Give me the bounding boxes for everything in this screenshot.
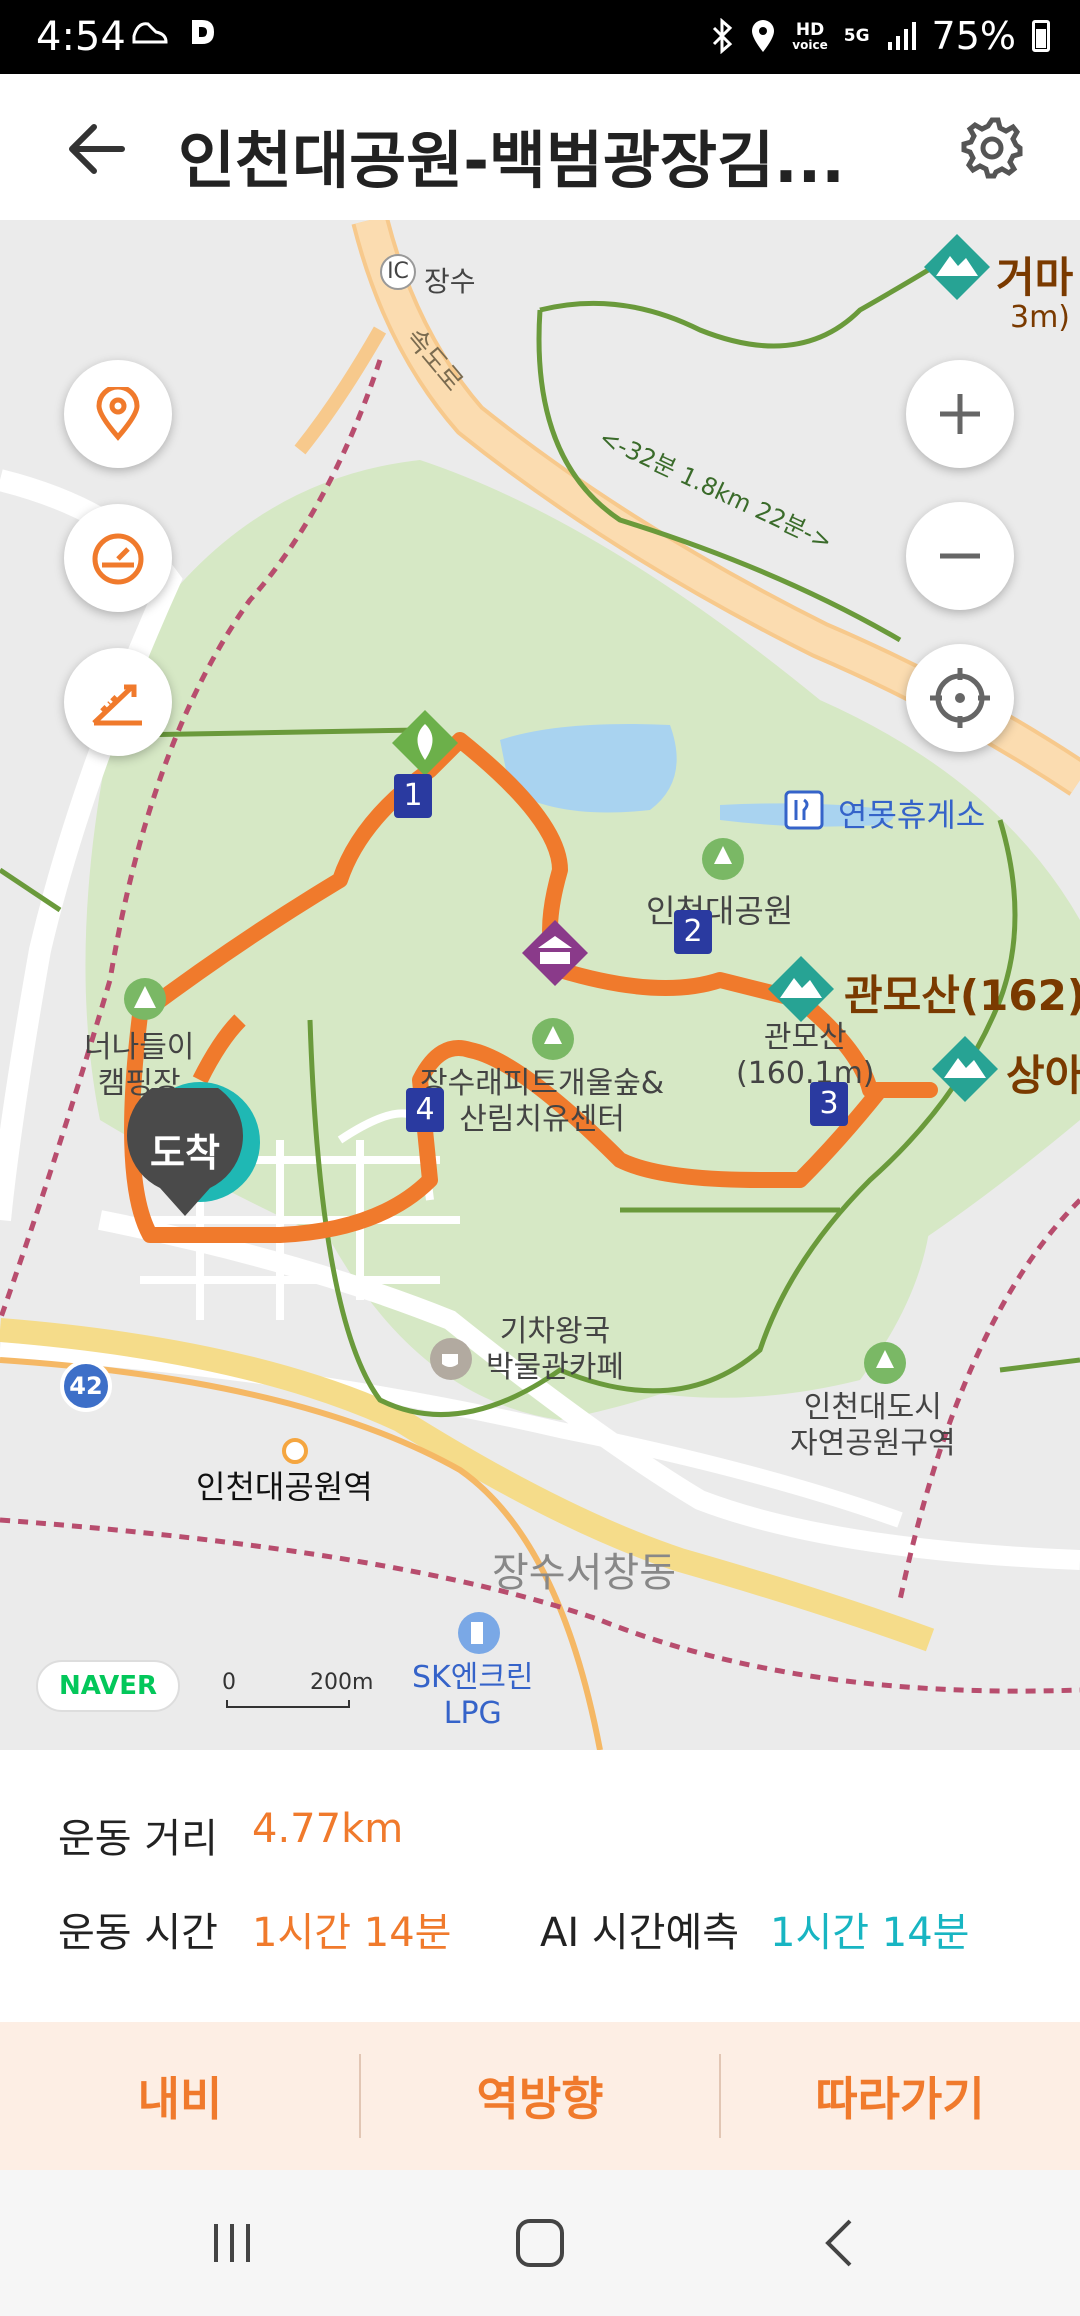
arrival-label: 도착 xyxy=(150,1131,220,1175)
d-app-icon xyxy=(192,20,214,44)
distance-label: 운동 거리 xyxy=(58,1816,218,1862)
time-value: 1시간 14분 xyxy=(252,1910,452,1956)
map-view[interactable]: IC 장수 속도로 거마 3m) <-32분 1.8km 22분-> 연못휴게소… xyxy=(0,220,1080,1750)
follow-button[interactable]: 따라가기 xyxy=(720,2022,1080,2170)
route-title: 인천대공원-백범광장김... xyxy=(178,124,845,197)
station-label: 인천대공원역 xyxy=(196,1468,373,1506)
peak-elevation-top: 3m) xyxy=(1010,300,1071,335)
tree-icon xyxy=(864,1342,906,1384)
station-circle-icon xyxy=(282,1438,308,1464)
zoom-in-button[interactable] xyxy=(906,360,1014,468)
reverse-button[interactable]: 역방향 xyxy=(360,2022,720,2170)
place-label-jangsu: 장수 xyxy=(424,265,476,298)
gear-icon[interactable] xyxy=(958,114,1026,182)
elevation-icon xyxy=(92,684,142,726)
time-label: 운동 시간 xyxy=(58,1910,218,1956)
district-label: 장수서창동 xyxy=(492,1550,676,1596)
peak-label-sangi: 상아 xyxy=(1006,1051,1080,1100)
zoom-out-button[interactable] xyxy=(906,502,1014,610)
location-icon xyxy=(752,20,775,52)
elevation-button[interactable] xyxy=(64,648,172,756)
current-location-button[interactable] xyxy=(906,644,1014,752)
map-scale-bar: 0 200m xyxy=(222,1670,382,1710)
tree-icon xyxy=(702,838,744,880)
hd-voice-icon: HD voice xyxy=(792,19,828,52)
park-label: 인천대공원 xyxy=(646,892,794,930)
waypoint-marker-4[interactable]: 4 xyxy=(406,1088,444,1132)
naver-logo: NAVER xyxy=(36,1660,180,1712)
gas-station-icon xyxy=(458,1612,500,1654)
crosshair-icon xyxy=(930,668,990,728)
mountain-peak-icon xyxy=(924,234,990,300)
location-pin-button[interactable] xyxy=(64,360,172,468)
trailhead-icon xyxy=(392,710,458,776)
peak-label-gwanmosan: 관모산(162) xyxy=(844,971,1080,1020)
bluetooth-icon xyxy=(713,18,733,54)
ai-time-value: 1시간 14분 xyxy=(770,1910,970,1956)
mountain-peak-icon xyxy=(932,1036,998,1102)
peak-label-gwanmosan-sub: 관모산 (160.1m) xyxy=(736,1020,875,1091)
battery-percent: 75% xyxy=(931,14,1016,58)
waypoint-marker-2[interactable]: 2 xyxy=(674,910,712,954)
tree-icon xyxy=(532,1018,574,1060)
action-bar: 내비 역방향 따라가기 xyxy=(0,2022,1080,2170)
status-bar: 4:54 HD voice 5G 75% xyxy=(0,0,1080,74)
5g-icon: 5G xyxy=(843,25,870,46)
route-info-panel: 운동 거리 4.77km 운동 시간 1시간 14분 AI 시간예측 1시간 1… xyxy=(0,1750,1080,2020)
shoe-icon xyxy=(132,22,168,44)
app-header: 인천대공원-백범광장김... xyxy=(0,74,1080,220)
rest-area-label: 연못휴게소 xyxy=(838,796,986,834)
map-pin-icon xyxy=(96,387,140,441)
arrival-marker[interactable]: 도착 xyxy=(120,1082,260,1216)
mountain-peak-icon xyxy=(768,956,834,1022)
ai-time-label: AI 시간예측 xyxy=(540,1910,740,1956)
signal-icon xyxy=(887,22,916,50)
nature-area-label: 인천대도시 자연공원구역 xyxy=(790,1390,956,1461)
road-number-badge: 42 xyxy=(60,1360,112,1412)
rest-area-icon xyxy=(784,790,824,830)
minus-icon xyxy=(940,553,980,559)
back-icon[interactable] xyxy=(800,2208,880,2278)
navi-button[interactable]: 내비 xyxy=(0,2022,360,2170)
cafe-label: 기차왕국 박물관카페 xyxy=(486,1314,624,1385)
cafe-icon xyxy=(430,1338,472,1380)
speedometer-icon xyxy=(92,533,144,585)
system-nav-bar xyxy=(0,2170,1080,2316)
plus-icon xyxy=(940,394,980,434)
heritage-icon xyxy=(522,920,588,986)
home-icon[interactable] xyxy=(500,2208,580,2278)
ic-marker: IC xyxy=(380,254,416,290)
waypoint-marker-3[interactable]: 3 xyxy=(810,1082,848,1126)
battery-icon xyxy=(1032,20,1050,52)
distance-value: 4.77km xyxy=(252,1806,404,1852)
forest-center-label: 장수래피트개울숲& 산림치유센터 xyxy=(420,1066,665,1137)
peak-label-top: 거마 xyxy=(996,253,1074,302)
status-time: 4:54 xyxy=(36,14,126,60)
recent-apps-icon[interactable] xyxy=(192,2208,272,2278)
waypoint-marker-1[interactable]: 1 xyxy=(394,774,432,818)
speed-meter-button[interactable] xyxy=(64,504,172,612)
camping-icon xyxy=(124,978,166,1020)
gas-station-label: SK엔크린 LPG xyxy=(412,1660,534,1731)
back-arrow-icon[interactable] xyxy=(62,114,132,184)
